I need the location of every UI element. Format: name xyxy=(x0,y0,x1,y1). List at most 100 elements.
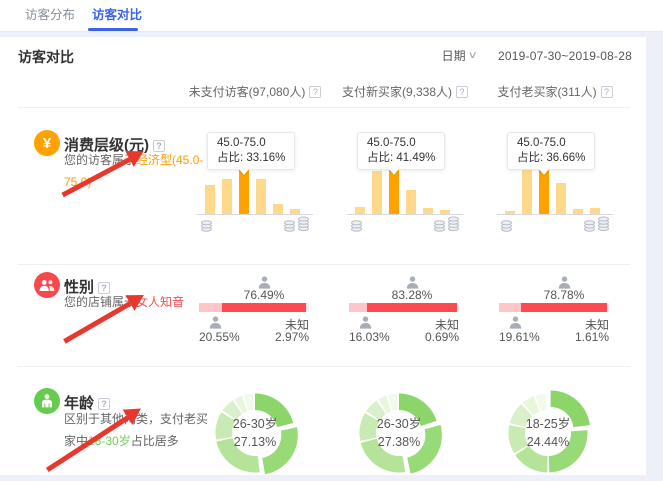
bar xyxy=(205,185,215,214)
female-percentage: 76.49% xyxy=(229,288,299,302)
female-segment xyxy=(521,303,607,312)
bar xyxy=(355,207,365,214)
coin-stack-icon xyxy=(350,217,363,232)
x-axis xyxy=(197,214,313,215)
age-icon xyxy=(34,388,60,414)
bar xyxy=(273,204,283,214)
gender-chart-unpaid: 76.49% 20.55%未知2.97% xyxy=(197,276,315,346)
tooltip-caret-icon xyxy=(389,169,399,175)
high-spend-coin-icon xyxy=(297,213,310,237)
donut-center-value: 27.38% xyxy=(351,435,447,449)
tooltip-range: 45.0-75.0 xyxy=(367,136,435,151)
female-segment xyxy=(222,303,306,312)
person-icon xyxy=(41,394,53,408)
donut-center-value: 24.44% xyxy=(500,435,596,449)
divider xyxy=(18,366,630,367)
unknown-percentage: 2.97% xyxy=(275,330,309,344)
tooltip-caret-icon xyxy=(239,169,249,175)
male-segment xyxy=(349,303,367,312)
people-icon xyxy=(39,279,55,292)
coin-stack-icon xyxy=(597,213,610,232)
female-percentage: 83.28% xyxy=(377,288,447,302)
unknown-segment xyxy=(457,303,459,312)
high-spend-coin-icon xyxy=(447,213,460,237)
date-filter-label: 日期 xyxy=(442,47,466,64)
person-icon xyxy=(509,316,522,329)
help-icon[interactable]: ? xyxy=(456,86,468,98)
tooltip-range: 45.0-75.0 xyxy=(217,136,285,151)
date-range-value[interactable]: 2019-07-30~2019-08-28 xyxy=(498,49,632,63)
consumption-bar-chart-new-buyers: 45.0-75.0占比: 41.49% xyxy=(347,130,467,244)
unknown-percentage: 0.69% xyxy=(425,330,459,344)
bar xyxy=(372,171,382,214)
high-spend-coin-icon xyxy=(597,213,610,237)
tooltip-ratio: 占比: 41.49% xyxy=(367,151,435,166)
coin-stack-icon xyxy=(297,213,310,232)
consumption-level-icon: ¥ xyxy=(34,130,60,156)
male-segment xyxy=(499,303,521,312)
bar-tooltip: 45.0-75.0占比: 33.16% xyxy=(207,132,295,170)
help-icon[interactable]: ? xyxy=(601,86,613,98)
person-icon xyxy=(209,316,222,329)
gender-chart-new-buyers: 83.28% 16.03%未知0.69% xyxy=(347,276,465,346)
male-percentage: 20.55% xyxy=(199,330,240,344)
low-spend-coin-icon xyxy=(200,217,213,237)
donut-center-label: 26-30岁 xyxy=(351,413,447,432)
active-tab-underline xyxy=(88,28,138,31)
tooltip-caret-icon xyxy=(539,169,549,175)
coin-stack-icon xyxy=(200,217,213,232)
bar xyxy=(222,179,232,214)
column-header-returning-buyers: 支付老买家(311人)? xyxy=(485,83,625,100)
coin-stack-icon xyxy=(447,213,460,232)
tab-visitor-comparison[interactable]: 访客对比 xyxy=(92,0,142,31)
panel-title: 访客对比 xyxy=(18,47,74,67)
bar xyxy=(522,170,532,214)
date-controls: 日期 ∨ 2019-07-30~2019-08-28 xyxy=(442,47,632,64)
unknown-segment xyxy=(607,303,609,312)
gender-chart-returning-buyers: 78.78% 19.61%未知1.61% xyxy=(497,276,615,346)
donut-segment xyxy=(515,446,547,473)
consumption-bar-chart-returning-buyers: 45.0-75.0占比: 36.66% xyxy=(497,130,617,244)
male-percentage: 16.03% xyxy=(349,330,390,344)
coin-stack-icon xyxy=(583,217,596,232)
female-segment xyxy=(367,303,457,312)
unknown-segment xyxy=(306,303,309,312)
bar xyxy=(256,179,266,214)
unknown-percentage: 1.61% xyxy=(575,330,609,344)
tooltip-ratio: 占比: 36.66% xyxy=(517,151,585,166)
high-spend-coin-icon xyxy=(433,217,446,237)
bar xyxy=(556,183,566,214)
donut-center-label: 26-30岁 xyxy=(207,413,303,432)
age-donut-unpaid: 26-30岁 27.13% xyxy=(207,385,303,475)
tab-bar: 访客分布 访客对比 xyxy=(0,0,663,32)
bar-tooltip: 45.0-75.0占比: 41.49% xyxy=(357,132,445,170)
visitor-analytics-page: 访客分布 访客对比 访客对比 日期 ∨ 2019-07-30~2019-08-2… xyxy=(0,0,663,481)
column-header-new-buyers: 支付新买家(9,338人)? xyxy=(335,83,475,100)
yen-icon: ¥ xyxy=(43,135,51,152)
column-header-unpaid-visitors: 未支付访客(97,080人)? xyxy=(185,83,325,100)
donut-segment xyxy=(407,425,442,474)
x-axis xyxy=(497,214,613,215)
donut-center-label: 18-25岁 xyxy=(500,413,596,432)
consumption-bar-chart-unpaid: 45.0-75.0占比: 33.16% xyxy=(197,130,317,244)
help-icon[interactable]: ? xyxy=(309,86,321,98)
tooltip-ratio: 占比: 33.16% xyxy=(217,151,285,166)
male-percentage: 19.61% xyxy=(499,330,540,344)
chevron-down-icon: ∨ xyxy=(467,50,477,61)
tooltip-range: 45.0-75.0 xyxy=(517,136,585,151)
female-percentage: 78.78% xyxy=(529,288,599,302)
low-spend-coin-icon xyxy=(500,217,513,237)
tab-visitor-distribution[interactable]: 访客分布 xyxy=(25,0,75,31)
age-donut-returning-buyers: 18-25岁 24.44% xyxy=(500,385,596,475)
coin-stack-icon xyxy=(283,217,296,232)
male-segment xyxy=(199,303,222,312)
x-axis xyxy=(347,214,463,215)
date-filter-dropdown[interactable]: 日期 ∨ xyxy=(442,47,476,64)
divider xyxy=(18,107,630,108)
divider xyxy=(18,264,630,265)
high-spend-coin-icon xyxy=(283,217,296,237)
gender-icon xyxy=(34,272,60,298)
high-spend-coin-icon xyxy=(583,217,596,237)
low-spend-coin-icon xyxy=(350,217,363,237)
donut-center-value: 27.13% xyxy=(207,435,303,449)
